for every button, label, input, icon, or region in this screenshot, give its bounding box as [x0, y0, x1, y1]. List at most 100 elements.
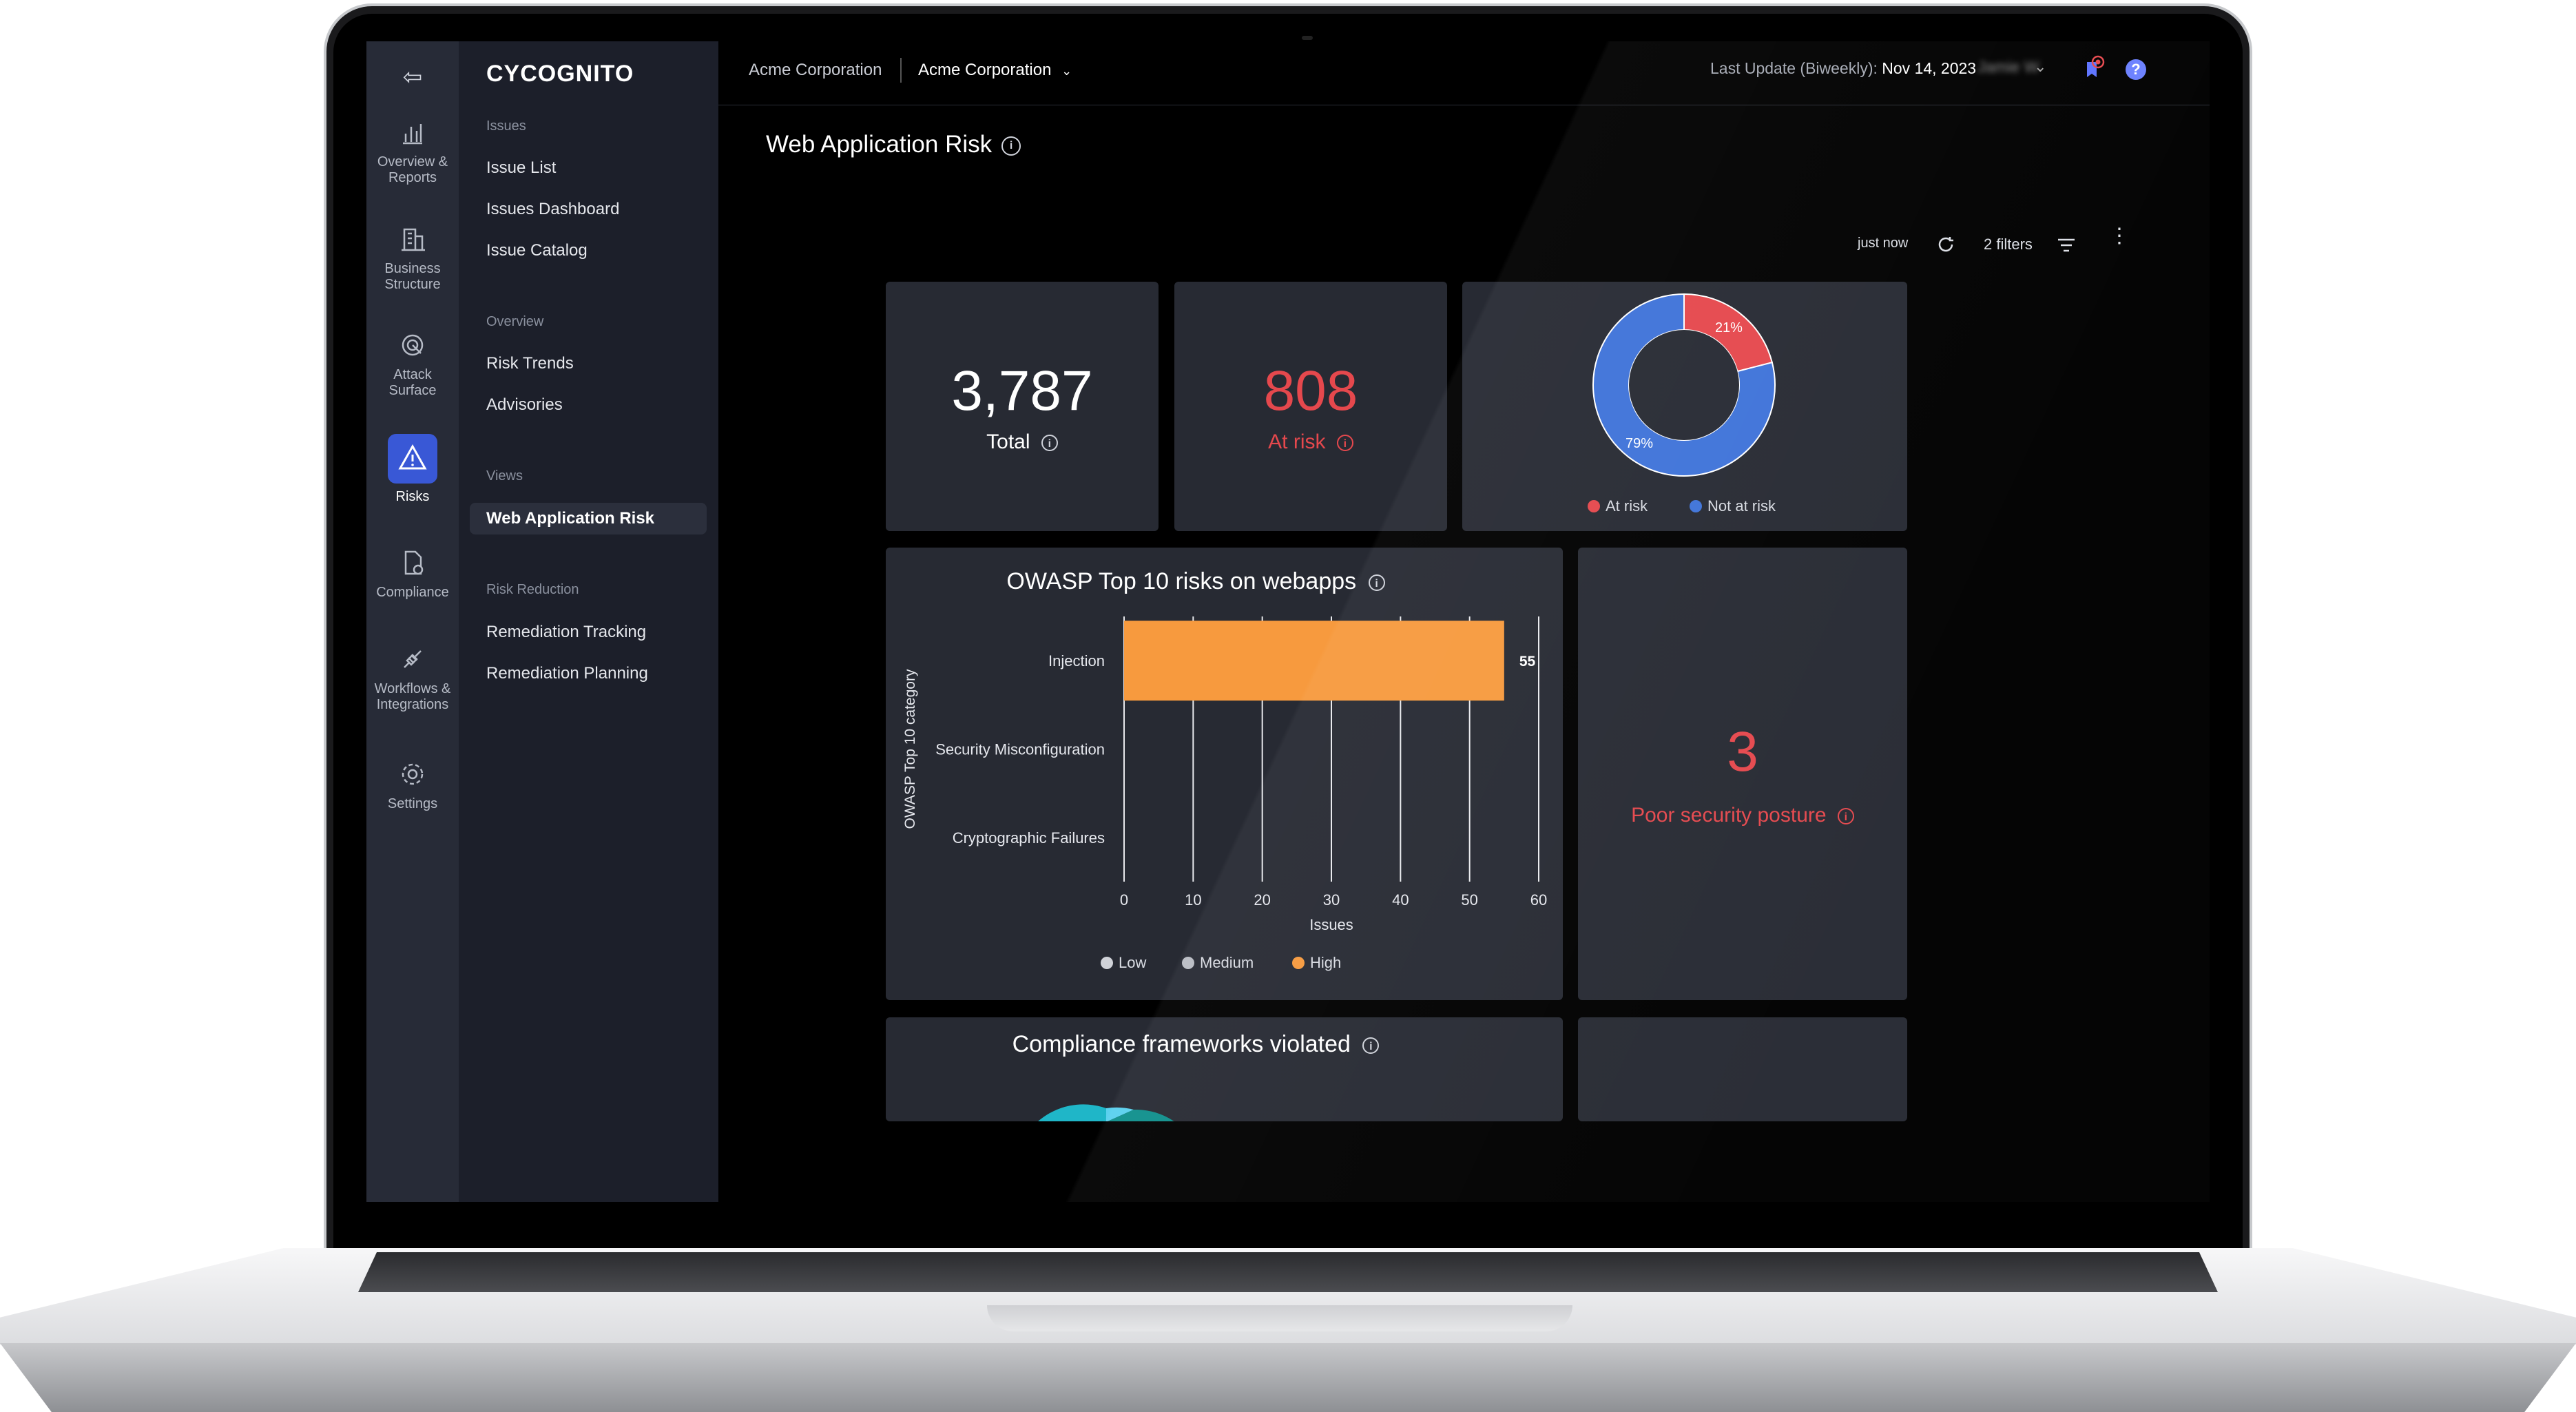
rail-item-overview-reports[interactable]: Overview & Reports [366, 117, 459, 186]
x-tick-label: 10 [1185, 891, 1201, 909]
info-icon[interactable]: i [1837, 808, 1854, 825]
rail-item-compliance[interactable]: Compliance [366, 548, 459, 601]
last-update-label: Last Update (Biweekly): [1710, 59, 1878, 77]
category-label: Cryptographic Failures [953, 829, 1105, 847]
chevron-down-icon[interactable]: ⌄ [2034, 58, 2046, 76]
laptop-hinge [358, 1252, 2218, 1292]
collapse-icon[interactable]: ⇦ [394, 59, 431, 96]
plug-icon [404, 650, 422, 668]
legend-label: At risk [1606, 497, 1648, 515]
legend-swatch [1101, 957, 1113, 969]
owasp-card: OWASP Top 10 risks on webapps i 0 10 20 30 4… [886, 548, 1563, 1000]
donut-slice-label: 21% [1715, 320, 1743, 335]
bar-value-label: 55 [1519, 654, 1536, 669]
radar-icon [402, 334, 424, 356]
sidebar-item-risk-trends[interactable]: Risk Trends [486, 354, 574, 373]
top-bar: Acme Corporation Acme Corporation ⌄ Last… [718, 41, 2210, 105]
legend-label: Medium [1200, 954, 1254, 971]
sidebar-item-advisories[interactable]: Advisories [486, 395, 563, 415]
rail-label: Overview & Reports [377, 154, 448, 185]
info-icon[interactable]: i [1362, 1037, 1380, 1055]
rail-label: Settings [387, 796, 438, 811]
category-label: Security Misconfiguration [935, 741, 1105, 758]
sidebar-item-issue-list[interactable]: Issue List [486, 158, 556, 178]
warning-icon [388, 434, 437, 484]
app-screen: ⇦ Overview & Reports Business Structure … [366, 41, 2210, 1202]
x-tick-label: 20 [1254, 891, 1270, 909]
refresh-timestamp: just now [1858, 236, 1909, 251]
legend-medium: Medium [1182, 954, 1254, 972]
x-tick-label: 30 [1323, 891, 1340, 909]
filters-label: 2 filters [1984, 236, 2033, 253]
rail-item-attack-surface[interactable]: Attack Surface [366, 330, 459, 399]
rail-item-workflows-integrations[interactable]: Workflows & Integrations [366, 644, 459, 713]
laptop-thumb-notch [987, 1305, 1572, 1331]
x-tick-label: 50 [1461, 891, 1477, 909]
org-label: Acme Corporation [749, 61, 882, 79]
at-risk-label-row: At risk i [1174, 430, 1447, 454]
bookmark-notification-icon[interactable] [2080, 55, 2108, 83]
empty-card [1578, 1017, 1907, 1121]
donut-slice-label: 79% [1625, 436, 1653, 451]
sidebar-item-web-application-risk[interactable]: Web Application Risk [470, 503, 707, 534]
legend-label: High [1310, 954, 1342, 971]
legend-swatch [1690, 500, 1702, 512]
filter-icon[interactable] [2056, 236, 2077, 254]
total-value: 3,787 [951, 360, 1093, 422]
last-update: Last Update (Biweekly): Nov 14, 2023 [1710, 59, 1976, 78]
at-risk-label: At risk [1268, 430, 1326, 453]
info-icon[interactable]: i [1041, 435, 1058, 452]
risk-donut-chart: 21% 79% [1592, 293, 1776, 477]
sidebar-item-remediation-tracking[interactable]: Remediation Tracking [486, 623, 646, 642]
legend-swatch [1182, 957, 1194, 969]
legend-at-risk: At risk [1588, 497, 1648, 515]
sidebar-item-issues-dashboard[interactable]: Issues Dashboard [486, 200, 619, 219]
compliance-pie-partial [1038, 1104, 1174, 1121]
info-icon[interactable]: i [1001, 136, 1021, 156]
refresh-icon[interactable] [1935, 234, 1956, 255]
section-views: Views [486, 468, 523, 484]
laptop-base-edge [0, 1343, 2576, 1412]
user-menu[interactable]: Jamie W [1977, 58, 2039, 76]
legend-label: Not at risk [1707, 497, 1776, 515]
total-card: 3,787 Total i [886, 282, 1159, 531]
donut-hole [1629, 330, 1739, 440]
x-tick-label: 40 [1392, 891, 1409, 909]
rail-item-settings[interactable]: Settings [366, 759, 459, 812]
more-options-icon[interactable]: ⋮ [2109, 226, 2130, 247]
legend-label: Low [1119, 954, 1147, 971]
at-risk-card: 808 At risk i [1174, 282, 1447, 531]
info-icon[interactable]: i [1336, 435, 1353, 452]
org-selector[interactable]: Acme Corporation ⌄ [918, 61, 1072, 80]
x-tick-label: 0 [1120, 891, 1128, 909]
rail-item-business-structure[interactable]: Business Structure [366, 224, 459, 293]
legend-not-at-risk: Not at risk [1690, 497, 1776, 515]
sidebar-item-remediation-planning[interactable]: Remediation Planning [486, 664, 648, 683]
x-axis-label: Issues [1309, 916, 1353, 933]
rail-label: Attack Surface [388, 367, 437, 398]
bar-high[interactable] [1124, 621, 1504, 701]
org-selector-label: Acme Corporation [918, 61, 1052, 79]
total-label-row: Total i [886, 430, 1159, 454]
sidebar-nav: CYCOGNITO Issues Issue List Issues Dashb… [459, 41, 718, 1202]
gear-icon [402, 763, 424, 785]
rail-label: Risks [395, 489, 430, 504]
owasp-bar-chart: 0 10 20 30 40 50 60 Injection 55 Security Misconf… [902, 616, 1547, 933]
filters-button[interactable]: 2 filters [1984, 236, 2033, 253]
x-tick-label: 60 [1530, 891, 1547, 909]
compliance-title-row: Compliance frameworks violated i [886, 1031, 1506, 1058]
rail-label: Workflows & Integrations [374, 681, 451, 712]
building-icon [402, 228, 425, 251]
compliance-document-icon [404, 550, 424, 575]
divider [900, 58, 902, 83]
cycognito-logo: CYCOGNITO [486, 61, 634, 87]
rail-item-risks[interactable]: Risks [366, 434, 459, 505]
legend-swatch [1292, 957, 1305, 969]
legend-low: Low [1101, 954, 1146, 972]
help-icon[interactable]: ? [2126, 59, 2146, 80]
camera-notch [1302, 36, 1313, 40]
section-issues: Issues [486, 118, 526, 134]
poor-posture-label-row: Poor security posture i [1578, 804, 1907, 827]
sidebar-item-issue-catalog[interactable]: Issue Catalog [486, 241, 588, 260]
total-label: Total [986, 430, 1030, 453]
